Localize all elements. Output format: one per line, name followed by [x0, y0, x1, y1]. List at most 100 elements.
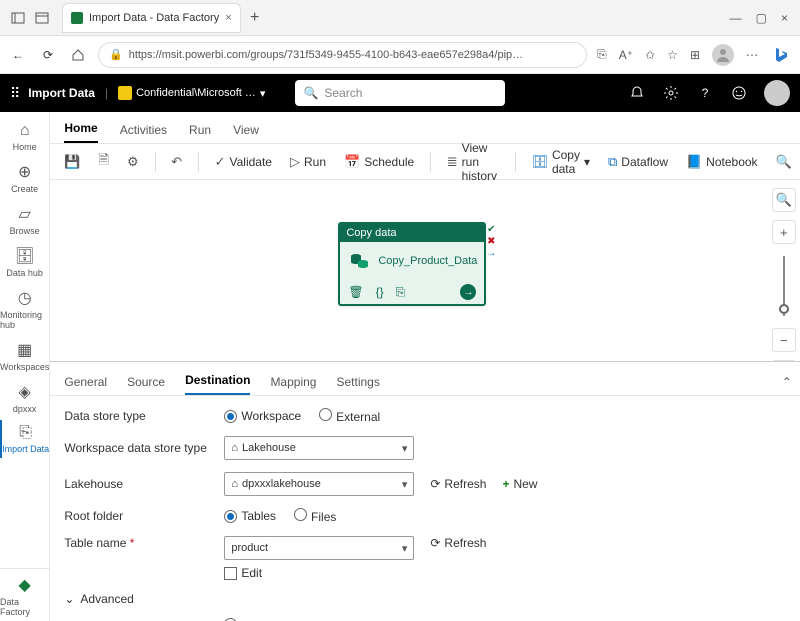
- canvas-search-button[interactable]: 🔍: [772, 188, 796, 212]
- data-store-type-label: Data store type: [64, 409, 224, 423]
- save-button[interactable]: 💾: [58, 150, 86, 174]
- back-icon[interactable]: ←: [8, 45, 28, 65]
- advanced-toggle[interactable]: ⌄ Advanced: [64, 592, 791, 606]
- browser-tab[interactable]: Import Data - Data Factory ×: [62, 3, 241, 33]
- new-lakehouse-button[interactable]: +New: [502, 477, 537, 491]
- minimize-icon[interactable]: —: [730, 11, 742, 25]
- radio-external[interactable]: External: [319, 408, 380, 424]
- sensitivity-label[interactable]: Confidential\Microsoft … ▾: [118, 86, 265, 100]
- nav-browse[interactable]: ▱ Browse: [0, 200, 49, 240]
- nav-monitoring-hub[interactable]: ◷ Monitoring hub: [0, 284, 49, 334]
- calendar-icon: 📅: [344, 154, 360, 170]
- tab-run[interactable]: Run: [189, 123, 211, 143]
- schedule-button[interactable]: 📅Schedule: [338, 150, 420, 174]
- go-icon[interactable]: →: [460, 284, 476, 300]
- tab-mapping[interactable]: Mapping: [270, 375, 316, 395]
- dataflow-button[interactable]: ⧉Dataflow: [602, 150, 674, 174]
- read-aloud-icon[interactable]: ⎘: [597, 47, 607, 62]
- close-tab-icon[interactable]: ×: [225, 12, 231, 24]
- settings-icon[interactable]: [662, 84, 680, 102]
- fail-handle[interactable]: ✖: [486, 236, 496, 246]
- window-titlebar: Import Data - Data Factory × + — ▢ ×: [0, 0, 800, 36]
- radio-files[interactable]: Files: [294, 508, 336, 524]
- completion-handle[interactable]: →: [486, 248, 496, 258]
- nav-home[interactable]: ⌂ Home: [0, 118, 49, 156]
- lakehouse-select[interactable]: ⌂ dpxxxlakehouse ▾: [224, 472, 414, 496]
- nav-workspace-dpxxx[interactable]: ◈ dpxxx: [0, 378, 49, 418]
- plus-icon: +: [502, 477, 509, 491]
- code-icon[interactable]: {}: [376, 285, 384, 299]
- radio-tables[interactable]: Tables: [224, 509, 276, 523]
- tab-home[interactable]: Home: [64, 121, 97, 143]
- nav-import-data[interactable]: ⎘ Import Data: [0, 420, 49, 458]
- copy-data-button[interactable]: 🗄Copy data▾: [525, 144, 596, 180]
- run-button[interactable]: ▷Run: [284, 150, 332, 174]
- left-nav: ⌂ Home ⊕ Create ▱ Browse 🗄 Data hub ◷ Mo…: [0, 112, 50, 621]
- help-icon[interactable]: ?: [696, 84, 714, 102]
- lock-icon: 🔒: [109, 48, 123, 61]
- search-icon: 🔍: [303, 86, 318, 100]
- more-icon[interactable]: ⋯: [746, 48, 758, 62]
- refresh-icon[interactable]: ⟳: [38, 45, 58, 65]
- property-body: Data store type Workspace External Works…: [50, 396, 800, 621]
- tab-settings[interactable]: Settings: [336, 375, 379, 395]
- shield-icon: [118, 86, 132, 100]
- settings-button[interactable]: ⚙: [121, 150, 145, 174]
- sidebar-toggle-icon[interactable]: [6, 6, 30, 30]
- copy-icon[interactable]: ⎘: [396, 285, 406, 300]
- workspaces-icon[interactable]: [30, 6, 54, 30]
- nav-data-hub[interactable]: 🗄 Data hub: [0, 242, 49, 282]
- app-launcher-icon[interactable]: ⠿: [10, 85, 18, 102]
- notifications-icon[interactable]: [628, 84, 646, 102]
- edit-checkbox[interactable]: Edit: [224, 566, 262, 580]
- maximize-icon[interactable]: ▢: [756, 11, 767, 25]
- main-area: Home Activities Run View 💾 🗎 ⚙ ↶ ✓Valida…: [50, 112, 800, 621]
- tab-activities[interactable]: Activities: [120, 123, 167, 143]
- extensions-icon[interactable]: ⊞: [690, 48, 700, 62]
- home-icon[interactable]: [68, 45, 88, 65]
- pipeline-canvas[interactable]: 🔍 + − ⛶ Copy data Copy_Product_Data 🗑 {}: [50, 180, 800, 621]
- url-input[interactable]: 🔒 https://msit.powerbi.com/groups/731f53…: [98, 42, 587, 68]
- close-window-icon[interactable]: ×: [781, 11, 788, 25]
- feedback-icon[interactable]: [730, 84, 748, 102]
- diamond-icon: ◈: [19, 382, 31, 402]
- text-size-icon[interactable]: A⁺: [619, 48, 633, 62]
- new-tab-button[interactable]: +: [241, 9, 269, 27]
- bing-icon[interactable]: [770, 44, 792, 66]
- refresh-icon: ⟳: [430, 477, 440, 491]
- refresh-table-button[interactable]: ⟳Refresh: [430, 536, 486, 550]
- view-run-history-button[interactable]: ≣View run history: [441, 137, 505, 187]
- nav-data-factory[interactable]: ◆ Data Factory: [0, 568, 49, 621]
- refresh-lakehouse-button[interactable]: ⟳Refresh: [430, 477, 486, 491]
- nav-workspaces[interactable]: ▦ Workspaces: [0, 336, 49, 376]
- zoom-out-button[interactable]: −: [772, 328, 796, 352]
- collapse-panel-icon[interactable]: ⌃: [782, 375, 792, 395]
- undo-button[interactable]: ↶: [165, 150, 188, 174]
- notebook-button[interactable]: 📘Notebook: [680, 150, 764, 174]
- workspace-ds-type-select[interactable]: ⌂ Lakehouse ▾: [224, 436, 414, 460]
- profile-avatar[interactable]: [712, 44, 734, 66]
- pipeline-icon: ⎘: [19, 424, 32, 442]
- delete-icon[interactable]: 🗑: [348, 285, 363, 299]
- radio-workspace[interactable]: Workspace: [224, 409, 301, 423]
- table-name-select[interactable]: product ▾: [224, 536, 414, 560]
- validate-button[interactable]: ✓Validate: [209, 150, 278, 174]
- tab-destination[interactable]: Destination: [185, 373, 250, 395]
- user-avatar[interactable]: [764, 80, 790, 106]
- search-input[interactable]: 🔍 Search: [295, 80, 505, 106]
- tab-source[interactable]: Source: [127, 375, 165, 395]
- save-all-button[interactable]: 🗎: [93, 147, 115, 177]
- copy-data-activity[interactable]: Copy data Copy_Product_Data 🗑 {} ⎘ → ✔ ✖: [338, 222, 486, 306]
- root-folder-label: Root folder: [64, 509, 224, 523]
- tab-view[interactable]: View: [233, 123, 259, 143]
- success-handle[interactable]: ✔: [486, 224, 496, 234]
- tab-general[interactable]: General: [64, 375, 107, 395]
- nav-create[interactable]: ⊕ Create: [0, 158, 49, 198]
- favorites-bar-icon[interactable]: ☆: [667, 48, 678, 62]
- favorite-icon[interactable]: ✩: [645, 48, 655, 62]
- zoom-slider[interactable]: [783, 256, 785, 316]
- zoom-in-button[interactable]: +: [772, 220, 796, 244]
- refresh-icon: ⟳: [430, 536, 440, 550]
- property-panel: General Source Destination Mapping Setti…: [50, 361, 800, 621]
- toolbar-search-button[interactable]: 🔍: [770, 150, 798, 174]
